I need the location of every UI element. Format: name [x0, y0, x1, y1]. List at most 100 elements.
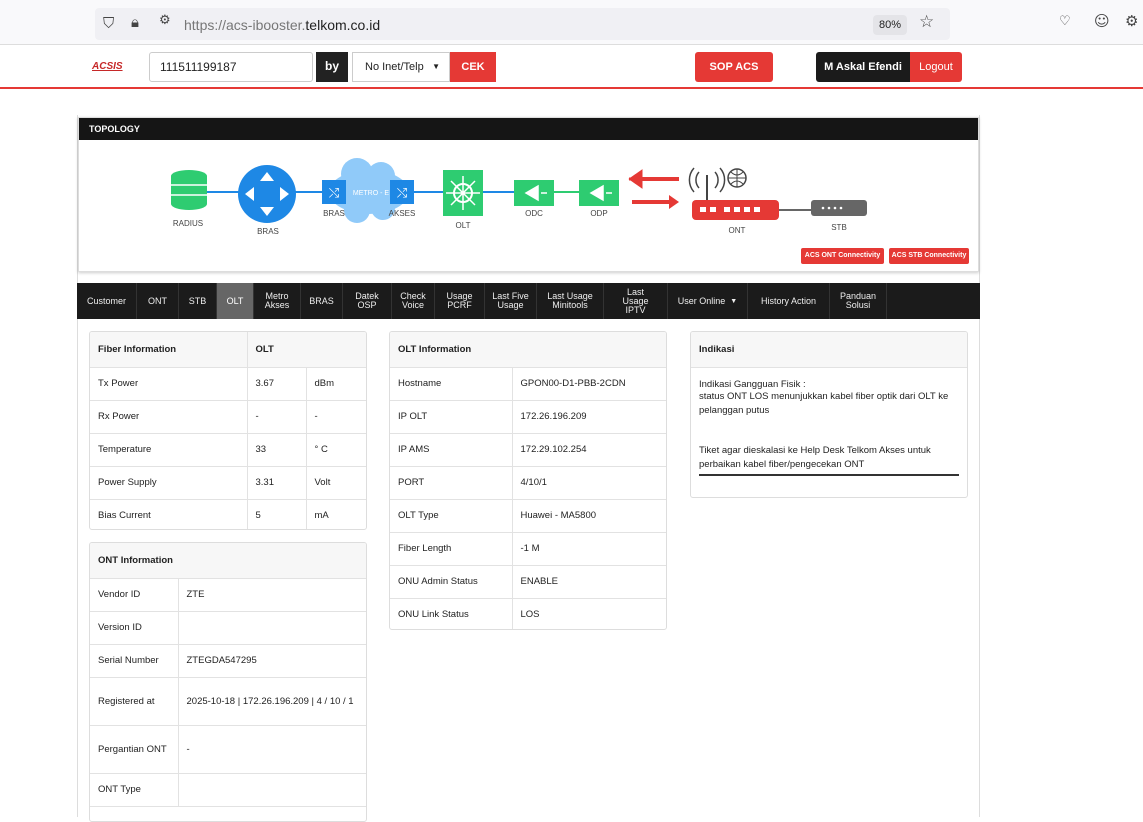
olt-value: 172.29.102.254 [511, 433, 666, 467]
search-input[interactable] [149, 52, 313, 82]
tab-stb[interactable]: STB [179, 283, 217, 319]
topo-label-bras-2: BRAS [323, 209, 345, 218]
ont-value: - [177, 725, 366, 774]
search-type-select[interactable]: No Inet/Telp ▼ [352, 52, 450, 82]
pocket-icon[interactable]: ♡ [1059, 14, 1071, 29]
acs-ont-connectivity-button[interactable]: ACS ONT Connectivity [801, 248, 884, 264]
chevron-down-icon: ▼ [432, 62, 440, 71]
account-icon[interactable]: ☺ [1094, 12, 1110, 30]
tab-history-action[interactable]: History Action [748, 283, 830, 319]
olt-info-card: OLT Information Hostname GPON00-D1-PBB-2C… [389, 331, 667, 630]
tab-last-usage-iptv[interactable]: Last Usage IPTV [604, 283, 668, 319]
topo-label-akses: AKSES [388, 209, 416, 218]
tab-panduan-solusi[interactable]: Panduan Solusi [830, 283, 887, 319]
olt-header: OLT Information [390, 332, 666, 368]
radius-db-icon [171, 170, 207, 210]
tab-ont[interactable]: ONT [137, 283, 179, 319]
zoom-level[interactable]: 80% [873, 15, 907, 35]
url-domain: telkom.co.id [305, 17, 381, 33]
fiber-value: - [246, 400, 306, 434]
sop-acs-button[interactable]: SOP ACS [695, 52, 773, 82]
olt-label: Hostname [390, 367, 512, 401]
tab-datek-osp[interactable]: Datek OSP [343, 283, 392, 319]
table-row: Pergantian ONT - [90, 725, 366, 774]
ont-info-card: ONT Information Vendor ID ZTE Version ID … [89, 542, 367, 822]
topo-label-bras: BRAS [257, 227, 279, 236]
olt-label: IP AMS [390, 433, 512, 467]
topo-label-radius: RADIUS [172, 219, 204, 228]
shield-icon[interactable]: ⛉ [103, 14, 114, 32]
by-label: by [316, 52, 348, 82]
ont-value [177, 773, 366, 807]
fiber-olt-header: OLT [246, 332, 366, 368]
table-row: ONU Link Status LOS [390, 598, 666, 629]
tab-check-voice[interactable]: Check Voice [392, 283, 435, 319]
fiber-label: Bias Current [90, 499, 247, 529]
olt-value: -1 M [511, 532, 666, 566]
logout-button[interactable]: Logout [910, 52, 962, 82]
fiber-info-table: Fiber Information OLT Tx Power 3.67 dBm Rx … [90, 332, 366, 529]
ont-label: Registered at [90, 677, 178, 726]
ont-label: Version ID [90, 611, 178, 645]
olt-label: IP OLT [390, 400, 512, 434]
topology-panel: TOPOLOGY ⤭ ⤭ RADIUS BRAS BRAS METRO - E … [78, 117, 979, 272]
ont-value: ZTEGDA547295 [177, 644, 366, 678]
table-row: IP OLT 172.26.196.209 [390, 400, 666, 434]
olt-value: LOS [511, 598, 666, 629]
tab-user-online[interactable]: User Online ▼ [668, 283, 748, 319]
topo-label-metro: METRO - E [352, 190, 390, 197]
olt-label: Fiber Length [390, 532, 512, 566]
fiber-unit: Volt [305, 466, 366, 500]
ont-info-table: ONT Information Vendor ID ZTE Version ID … [90, 543, 366, 807]
olt-value: 172.26.196.209 [511, 400, 666, 434]
indikasi-table: Indikasi [691, 332, 967, 368]
app-header: ACSIS by No Inet/Telp ▼ CEK SOP ACS M Ask… [0, 45, 1143, 89]
cek-button[interactable]: CEK [450, 52, 496, 82]
table-row: Temperature 33 ° C [90, 433, 366, 467]
ont-router-icon [688, 167, 779, 220]
stb-device-icon [811, 200, 867, 216]
table-row: OLT Type Huawei - MA5800 [390, 499, 666, 533]
bookmark-star-icon[interactable]: ☆ [919, 12, 934, 32]
fiber-unit: mA [305, 499, 366, 529]
tab-customer[interactable]: Customer [77, 283, 137, 319]
olt-value: Huawei - MA5800 [511, 499, 666, 533]
lock-icon[interactable]: 🔒︎ [131, 13, 139, 31]
olt-label: PORT [390, 466, 512, 500]
fiber-value: 5 [246, 499, 306, 529]
ont-label: Serial Number [90, 644, 178, 678]
ont-value [177, 611, 366, 645]
fiber-header: Fiber Information [90, 332, 247, 368]
ont-header: ONT Information [90, 543, 366, 579]
chevron-down-icon: ▼ [730, 297, 738, 305]
tab-metro-akses[interactable]: Metro Akses [254, 283, 301, 319]
table-row: Version ID [90, 611, 366, 645]
tab-last-five-usage[interactable]: Last Five Usage [485, 283, 537, 319]
fiber-unit: ° C [305, 433, 366, 467]
topo-label-odc: ODC [525, 209, 543, 218]
extensions-icon[interactable]: ⚙ [1125, 12, 1138, 30]
ont-label: Pergantian ONT [90, 725, 178, 774]
table-row: PORT 4/10/1 [390, 466, 666, 500]
divider [699, 473, 959, 476]
table-row: Power Supply 3.31 Volt [90, 466, 366, 500]
olt-label: ONU Link Status [390, 598, 512, 629]
permissions-icon[interactable]: ⚙ [159, 13, 171, 28]
app-logo[interactable]: ACSIS [92, 61, 123, 72]
acs-stb-connectivity-button[interactable]: ACS STB Connectivity [889, 248, 969, 264]
tab-usage-pcrf[interactable]: Usage PCRF [435, 283, 485, 319]
fiber-label: Rx Power [90, 400, 247, 434]
fiber-label: Tx Power [90, 367, 247, 401]
table-row: Hostname GPON00-D1-PBB-2CDN [390, 367, 666, 401]
topology-title: TOPOLOGY [79, 118, 978, 140]
fiber-value: 3.67 [246, 367, 306, 401]
browser-toolbar: ⛉ 🔒︎ ⚙ https://acs-ibooster.telkom.co.id… [0, 0, 1143, 45]
url-text[interactable]: https://acs-ibooster.telkom.co.id [184, 17, 380, 33]
fiber-unit: - [305, 400, 366, 434]
indikasi-action: Tiket agar dieskalasi ke Help Desk Telko… [699, 444, 931, 470]
table-row: IP AMS 172.29.102.254 [390, 433, 666, 467]
tab-olt[interactable]: OLT [217, 283, 254, 319]
tab-bras[interactable]: BRAS [301, 283, 343, 319]
tab-last-usage-minitools[interactable]: Last Usage Minitools [537, 283, 604, 319]
user-name-button[interactable]: M Askal Efendi [816, 52, 910, 82]
